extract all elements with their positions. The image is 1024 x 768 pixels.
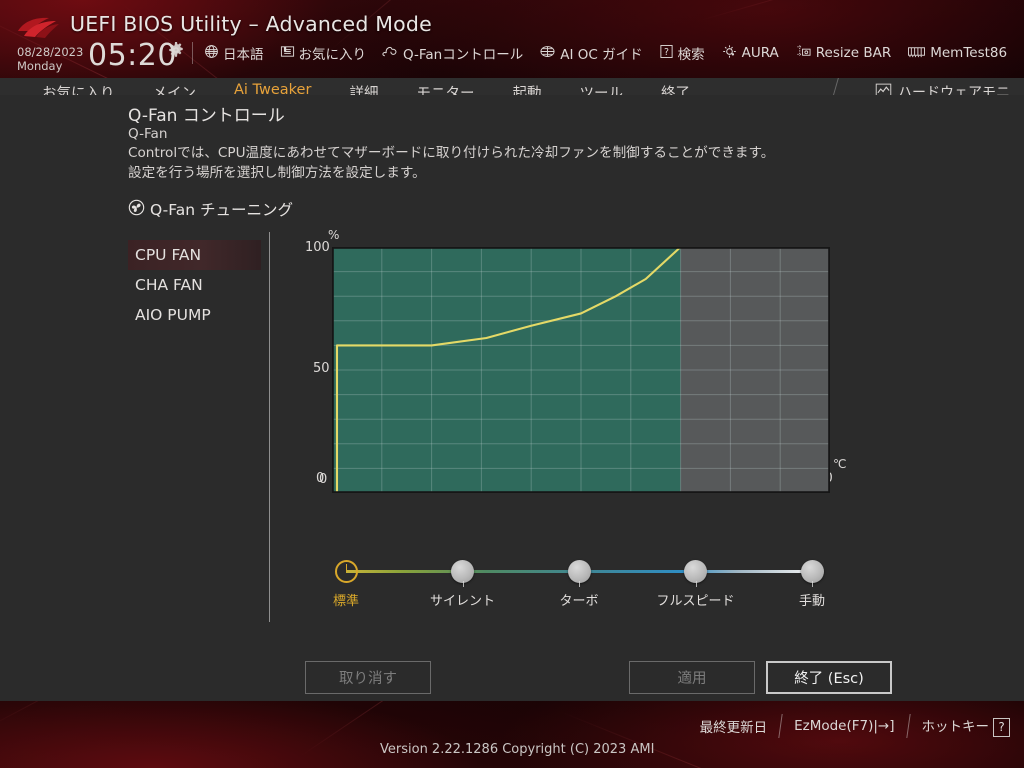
fan-item-cha-fan[interactable]: CHA FAN — [128, 270, 261, 300]
slider-node-label: サイレント — [429, 594, 496, 609]
chart-plot-area[interactable] — [331, 245, 832, 495]
footer-hotkeys-label: ホットキー — [921, 719, 990, 736]
header-item-search[interactable]: ? 検索 — [659, 43, 705, 63]
footer-item-last-modified[interactable]: 最終更新日 — [700, 716, 768, 736]
svg-text:?: ? — [664, 46, 669, 57]
ai-oc-icon — [539, 44, 556, 63]
dialog-description: Q-Fan Controlでは、CPU温度にあわせてマザーボードに取り付けられた… — [128, 126, 775, 181]
date-text: 08/28/2023 — [17, 45, 84, 59]
header-item-favorites[interactable]: お気に入り — [280, 43, 367, 63]
version-text: Version 2.22.1286 Copyright (C) 2023 AMI — [380, 742, 655, 757]
header-item-resize-bar[interactable]: Resize BAR — [795, 44, 891, 63]
rog-logo-icon — [16, 15, 62, 41]
question-mark-icon: ? — [993, 717, 1010, 737]
gear-icon[interactable] — [168, 42, 184, 58]
qfan-tuning-row[interactable]: Q-Fan チューニング — [128, 198, 293, 220]
chart-x-axis-unit: ℃ — [833, 457, 847, 471]
slider-node-4[interactable] — [684, 560, 707, 583]
header-item-label: お気に入り — [298, 47, 367, 63]
footer-item-ezmode[interactable]: EzMode(F7)|→] — [794, 718, 894, 734]
header-divider — [192, 42, 193, 64]
fan-item-aio-pump[interactable]: AIO PUMP — [128, 300, 261, 330]
slider-node-3[interactable] — [567, 560, 591, 583]
fan-selector-list: CPU FAN CHA FAN AIO PUMP — [128, 240, 261, 330]
chart-x-tick-0: 0 — [316, 471, 325, 486]
apply-button[interactable]: 適用 — [629, 661, 755, 694]
header-item-label: 検索 — [677, 47, 705, 63]
dialog-title: Q-Fan コントロール — [128, 106, 285, 126]
footer-item-hotkeys[interactable]: ホットキー? — [921, 715, 1010, 737]
vertical-divider — [269, 232, 270, 622]
slider-node-tick — [579, 581, 580, 587]
slider-node-tick — [812, 581, 813, 587]
memtest-icon — [907, 44, 926, 63]
footer-divider — [905, 714, 911, 738]
header-item-qfan-control[interactable]: Q-Fanコントロール — [382, 43, 523, 63]
date-block: 08/28/2023 Monday — [17, 45, 84, 73]
resize-bar-icon — [795, 44, 812, 63]
slider-node-label: 標準 — [332, 594, 360, 609]
header-toolbar: 日本語 お気に入り Q-Fanコントロール AI OC ガイド ? 検索 AUR… — [204, 43, 1007, 63]
footer-divider — [778, 714, 783, 738]
chart-y-tick-50: 50 — [313, 361, 330, 376]
globe-icon — [204, 44, 219, 63]
header-item-label: AURA — [741, 45, 779, 61]
bookmark-icon — [280, 44, 295, 63]
page-title: UEFI BIOS Utility – Advanced Mode — [70, 12, 432, 36]
header-item-label: MemTest86 — [930, 45, 1008, 61]
question-box-icon: ? — [659, 44, 674, 63]
header-item-ai-oc-guide[interactable]: AI OC ガイド — [539, 43, 643, 63]
header-item-memtest86[interactable]: MemTest86 — [907, 44, 1007, 63]
exit-button[interactable]: 終了 (Esc) — [766, 661, 892, 694]
header-item-label: 日本語 — [223, 47, 264, 63]
header-item-label: Q-Fanコントロール — [403, 47, 524, 63]
slider-node-label: フルスピード — [656, 594, 735, 609]
qfan-tuning-label: Q-Fan チューニング — [150, 201, 293, 219]
chart-y-tick-100: 100 — [305, 240, 330, 255]
slider-node-label: 手動 — [798, 594, 826, 609]
aura-icon — [721, 44, 738, 63]
slider-node-1[interactable] — [334, 560, 358, 583]
clock-text: 05:20 — [88, 38, 177, 73]
footer-bar: 最終更新日 EzMode(F7)|→] ホットキー? — [0, 701, 1024, 768]
header-item-language[interactable]: 日本語 — [204, 43, 264, 63]
slider-node-label: ターボ — [559, 594, 599, 609]
header-item-aura[interactable]: AURA — [721, 44, 779, 63]
fan-profile-slider[interactable]: 標準 サイレント ターボ フルスピード 手動 — [320, 550, 840, 610]
slider-node-2[interactable] — [451, 560, 474, 583]
fan-item-cpu-fan[interactable]: CPU FAN — [128, 240, 261, 270]
weekday-text: Monday — [17, 58, 63, 73]
slider-node-tick — [462, 581, 464, 587]
slider-node-5[interactable] — [800, 560, 824, 583]
header-item-label: Resize BAR — [815, 45, 892, 61]
cancel-button[interactable]: 取り消す — [305, 661, 431, 694]
slider-node-tick — [695, 581, 697, 587]
fan-circle-icon — [128, 199, 145, 220]
footer-toolbar: 最終更新日 EzMode(F7)|→] ホットキー? — [700, 714, 1010, 738]
header-item-label: AI OC ガイド — [560, 47, 643, 63]
qfan-control-dialog: Q-Fan コントロール Q-Fan Controlでは、CPU温度にあわせてマ… — [0, 95, 1024, 701]
fan-icon — [382, 44, 399, 63]
fan-curve-chart: % 100 50 0 ℃ 0 30 70 100 — [300, 228, 860, 518]
bios-screen: UEFI BIOS Utility – Advanced Mode 08/28/… — [0, 0, 1024, 768]
